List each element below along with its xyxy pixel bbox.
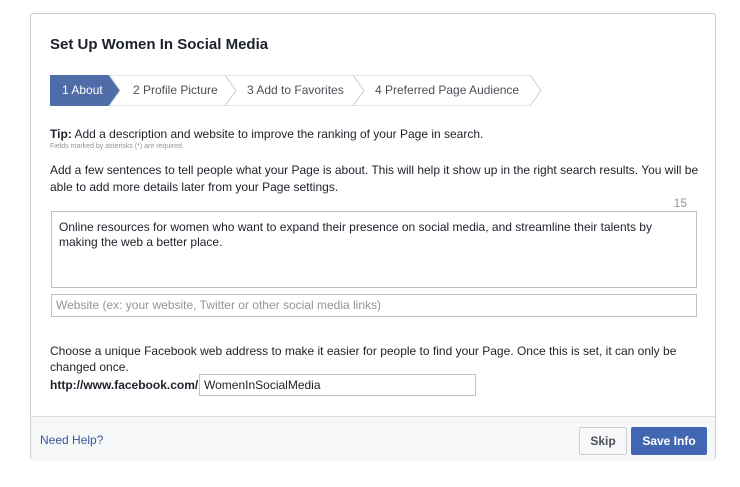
web-address-input[interactable]: WomenInSocialMedia xyxy=(199,374,476,396)
website-input[interactable]: Website (ex: your website, Twitter or ot… xyxy=(51,294,697,317)
tip-label: Tip: xyxy=(50,127,72,141)
char-counter: 15 xyxy=(673,196,687,210)
step-about[interactable]: 1 About xyxy=(50,75,103,106)
step-preferred-page-audience[interactable]: 4 Preferred Page Audience xyxy=(363,75,519,106)
required-note: Fields marked by asterisks (*) are requi… xyxy=(50,143,184,150)
dialog-title: Set Up Women In Social Media xyxy=(50,36,269,53)
description-textarea[interactable]: Online resources for women who want to e… xyxy=(51,211,697,288)
tip-body: Add a description and website to improve… xyxy=(71,127,484,141)
skip-button[interactable]: Skip xyxy=(579,427,627,455)
step-add-to-favorites[interactable]: 3 Add to Favorites xyxy=(235,75,344,106)
dialog-footer: Need Help? Skip Save Info xyxy=(31,416,715,461)
setup-dialog: Set Up Women In Social Media 1 About 2 P… xyxy=(30,13,716,461)
step-profile-picture[interactable]: 2 Profile Picture xyxy=(121,75,218,106)
about-instructions: Add a few sentences to tell people what … xyxy=(50,163,699,194)
step-wizard: 1 About 2 Profile Picture 3 Add to Favor… xyxy=(50,75,650,106)
url-prefix: http://www.facebook.com/ xyxy=(50,378,199,392)
address-instructions: Choose a unique Facebook web address to … xyxy=(50,344,677,374)
tip-text: Tip: Add a description and website to im… xyxy=(50,127,483,141)
save-info-button[interactable]: Save Info xyxy=(631,427,707,455)
need-help-link[interactable]: Need Help? xyxy=(40,433,103,447)
